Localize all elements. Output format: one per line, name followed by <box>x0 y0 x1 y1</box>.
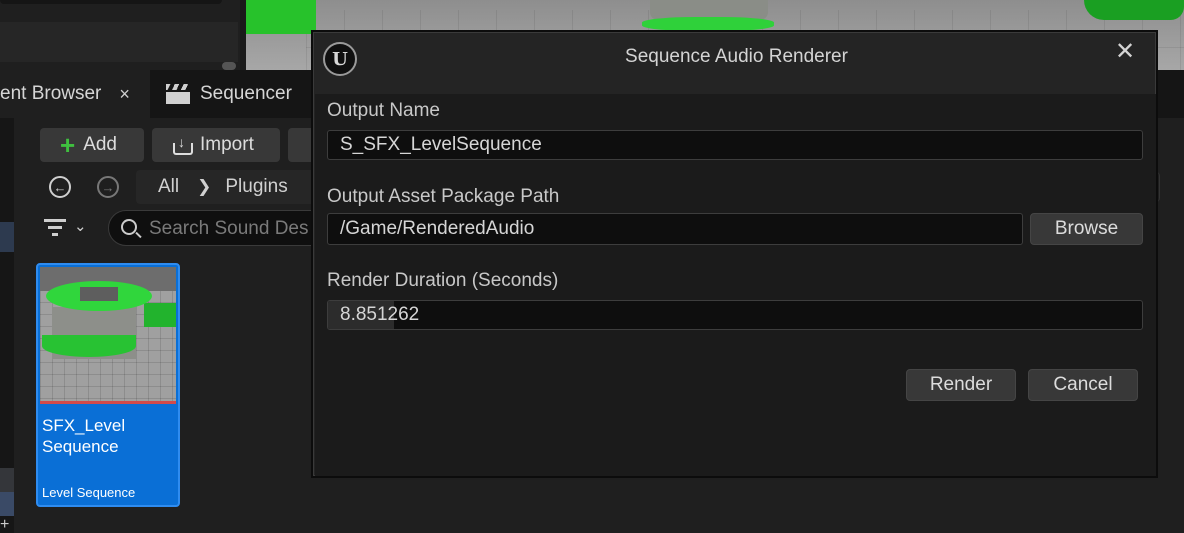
breadcrumb-item-plugins[interactable]: Plugins <box>225 176 287 198</box>
asset-name: SFX_Level Sequence <box>42 416 126 456</box>
sources-item[interactable] <box>0 468 14 492</box>
browse-button[interactable]: Browse <box>1030 213 1143 245</box>
asset-tile-level-sequence[interactable]: SFX_Level Sequence Level Sequence <box>36 263 180 507</box>
tab-content-browser[interactable]: ent Browser × <box>0 70 150 118</box>
sources-panel-strip: + <box>0 118 14 533</box>
filter-icon[interactable]: ⌄ <box>44 218 92 239</box>
details-panel-fragment <box>0 0 240 70</box>
clapperboard-icon <box>166 84 190 104</box>
tab-close-icon[interactable]: × <box>119 84 130 105</box>
package-path-label: Output Asset Package Path <box>327 186 560 207</box>
breadcrumb: All ❯ Plugins <box>136 170 326 204</box>
render-button[interactable]: Render <box>906 369 1016 401</box>
search-input[interactable] <box>149 217 329 241</box>
chevron-down-icon: ⌄ <box>74 218 87 235</box>
panel-row <box>0 22 238 62</box>
import-button[interactable]: ↓ Import <box>152 128 280 162</box>
dialog-title: Sequence Audio Renderer <box>625 46 848 67</box>
import-button-label: Import <box>200 134 254 155</box>
sources-selected-item[interactable] <box>0 222 14 252</box>
asset-type-label: Level Sequence <box>42 485 136 500</box>
package-path-field[interactable] <box>327 213 1023 245</box>
output-name-label: Output Name <box>327 100 440 121</box>
search-field <box>108 210 338 246</box>
sequence-audio-renderer-dialog: U Sequence Audio Renderer ✕ Output Name … <box>311 30 1158 478</box>
tab-content-browser-label: ent Browser <box>0 83 102 104</box>
render-duration-spinbox[interactable]: 8.851262 <box>327 300 1143 330</box>
render-duration-label: Render Duration (Seconds) <box>327 270 559 291</box>
viewport-green-ring <box>642 17 774 31</box>
add-button[interactable]: + Add <box>40 128 144 162</box>
viewport-green-block-right <box>1084 0 1184 20</box>
close-icon[interactable]: ✕ <box>1111 38 1139 66</box>
back-arrow-icon[interactable]: ← <box>49 176 71 198</box>
forward-arrow-icon[interactable]: → <box>97 176 119 198</box>
add-button-label: Add <box>83 134 117 155</box>
tab-sequencer[interactable]: Sequencer <box>162 70 292 118</box>
cancel-button[interactable]: Cancel <box>1028 369 1138 401</box>
import-icon: ↓ <box>172 134 194 156</box>
render-duration-value: 8.851262 <box>340 304 420 325</box>
plus-icon: + <box>60 130 76 160</box>
search-icon <box>121 219 137 235</box>
viewport-green-block-left <box>246 0 316 34</box>
breadcrumb-item-all[interactable]: All <box>158 176 179 198</box>
asset-thumbnail <box>40 267 176 401</box>
chevron-right-icon: ❯ <box>197 177 212 196</box>
output-name-field[interactable] <box>327 130 1143 160</box>
panel-scrollbar[interactable] <box>222 62 236 70</box>
tab-sequencer-label: Sequencer <box>200 83 292 104</box>
asset-type-color-bar <box>40 401 176 404</box>
sources-item-selected[interactable] <box>0 492 14 516</box>
panel-field <box>0 0 222 4</box>
add-source-icon[interactable]: + <box>0 516 9 533</box>
